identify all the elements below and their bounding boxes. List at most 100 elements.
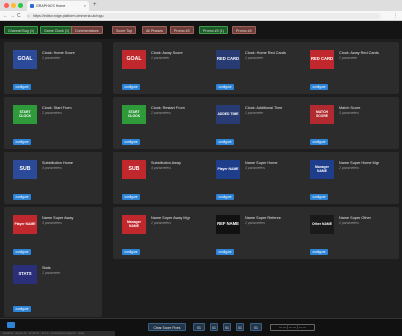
graphic-title: Clock: Away Red Cards [339,51,379,55]
graphic-card: RED CARD Clock: Away Red Cards 1 parameter… [301,42,399,94]
control-button-1[interactable]: 01 [193,323,205,331]
graphic-thumbnail: GOAL [122,50,146,69]
graphic-title: Substitution Home [42,161,74,165]
configure-button[interactable]: configure [216,249,234,255]
graphic-thumbnail: Manager NAME [122,215,146,234]
graphic-title: Name Super Away [42,216,74,220]
graphic-params: 3 parameters [339,111,359,115]
control-button-2[interactable]: 01 [210,323,218,331]
browser-address-bar: ← → C • https://editor.edge.platform.dmm… [0,11,402,21]
graphic-card: MATCH SCORE Match Score 3 parameters config… [301,97,399,149]
graphic-title: Clock: Home Score [42,51,75,55]
configure-button[interactable]: configure [13,306,31,312]
lock-icon: • [28,13,30,18]
configure-button[interactable]: configure [310,139,328,145]
configure-button[interactable]: configure [122,194,140,200]
filter-pill[interactable]: Promo #4 [232,26,256,34]
graphic-title: Clock: Start From [42,106,72,110]
minimize-window-dot[interactable] [11,3,16,8]
graphic-params: 2 parameters [339,221,359,225]
configure-button[interactable]: configure [216,84,234,90]
close-window-dot[interactable] [4,3,9,8]
graphic-card: Player NAME Name Super Away 3 parameters co… [4,207,102,259]
configure-button[interactable]: configure [13,249,31,255]
graphic-thumbnail: STATS [13,265,37,284]
graphic-title: Clock: Additional Time [245,106,283,110]
url-field[interactable]: • https://editor.edge.platform.dmmeria.u… [26,13,381,19]
graphic-thumbnail: GOAL [13,50,37,69]
configure-button[interactable]: configure [310,84,328,90]
graphic-card: Manager NAME Name Super Home Mgr 2 paramet… [301,152,399,204]
configure-button[interactable]: configure [216,194,234,200]
graphic-params: 4 parameters [42,166,62,170]
browser-tab-title: GRAPHICS Home [36,4,66,8]
filter-pill[interactable]: All Phases [142,26,167,34]
configure-button[interactable]: configure [122,249,140,255]
graphic-params: 2 parameters [42,111,62,115]
graphic-card: SUB Substitution Away 4 parameters configur… [113,152,211,204]
graphic-title: Name Super Other [339,216,371,220]
configure-button[interactable]: configure [216,139,234,145]
graphic-thumbnail: MATCH SCORE [310,105,334,124]
graphic-thumbnail: Other NAME [310,215,334,234]
graphic-title: Match Score [339,106,361,110]
clear-score-button[interactable]: Clear Score Fixes [148,323,186,331]
graphic-card: GOAL Clock: Away Score 1 parameter configur… [113,42,211,94]
graphic-card: Other NAME Name Super Other 2 parameters co… [301,207,399,259]
graphic-title: Clock: Home Red Cards [245,51,286,55]
graphic-params: 1 parameter [245,56,264,60]
configure-button[interactable]: configure [13,194,31,200]
favicon-icon [30,4,34,8]
graphic-card: START CLOCK Clock: Restart From 2 paramete… [113,97,211,149]
graphic-params: 1 parameter [42,271,61,275]
browser-tab-bar: GRAPHICS Home × + [0,0,402,11]
control-button-4[interactable]: 01 [236,323,244,331]
graphic-thumbnail: ADDED TIME [216,105,240,124]
control-button-5[interactable]: 01 [250,323,262,331]
graphic-card: Manager NAME Name Super Away Mgr 2 paramet… [113,207,211,259]
graphic-thumbnail: RED CARD [216,50,240,69]
new-tab-icon[interactable]: + [93,1,97,10]
filter-pill[interactable]: Score Top [112,26,137,34]
home-button[interactable] [7,322,15,328]
app-root: GRAPHICS Home × + ← → C • https://editor… [0,0,402,336]
graphic-params: 2 parameters [245,221,265,225]
graphic-title: Name Super Referee [245,216,281,220]
browser-tab[interactable]: GRAPHICS Home × [27,1,89,11]
filter-pill[interactable]: Channel Bug (1) [4,26,39,34]
graphic-thumbnail: START CLOCK [122,105,146,124]
configure-button[interactable]: configure [310,194,328,200]
graphic-params: 1 parameter [245,111,264,115]
graphic-params: 3 parameters [245,166,265,170]
graphic-thumbnail: Player NAME [13,215,37,234]
graphic-card: RED CARD Clock: Home Red Cards 1 parameter… [207,42,305,94]
configure-button[interactable]: configure [310,249,328,255]
maximize-window-dot[interactable] [18,3,23,8]
graphic-title: Name Super Home [245,161,278,165]
graphic-thumbnail: Manager NAME [310,160,334,179]
graphic-title: Name Super Away Mgr [151,216,190,220]
filter-pill[interactable]: Commentators [71,26,103,34]
graphic-card: STATS Stats 1 parameter configure [4,257,102,317]
graphic-params: 4 parameters [151,166,171,170]
graphic-card: Player NAME Name Super Home 3 parameters co… [207,152,305,204]
close-tab-icon[interactable]: × [84,1,86,11]
filter-pill[interactable]: Game Clock (1) [40,26,74,34]
graphic-thumbnail: START CLOCK [13,105,37,124]
back-icon[interactable]: ← [3,11,8,21]
control-button-3[interactable]: 01 [223,323,231,331]
filter-pill[interactable]: Promo #3 [170,26,194,34]
graphic-title: Name Super Home Mgr [339,161,380,165]
configure-button[interactable]: configure [122,139,140,145]
graphic-params: 1 parameter [42,56,61,60]
configure-button[interactable]: configure [122,84,140,90]
reload-icon[interactable]: C [17,11,21,21]
filter-pill[interactable]: Promo #3 (1) [199,26,228,34]
timecode-field[interactable]: — — | — — | — — [270,324,315,331]
configure-button[interactable]: configure [13,84,31,90]
forward-icon[interactable]: → [10,11,15,21]
configure-button[interactable]: configure [13,139,31,145]
filter-bar: Channel Bug (1) Game Clock (1) Commentator… [0,21,402,39]
status-strip: localhost · device ok · 12:42:03 · v2.3.… [0,331,115,336]
browser-menu-icon[interactable]: ⋮ [393,11,398,21]
